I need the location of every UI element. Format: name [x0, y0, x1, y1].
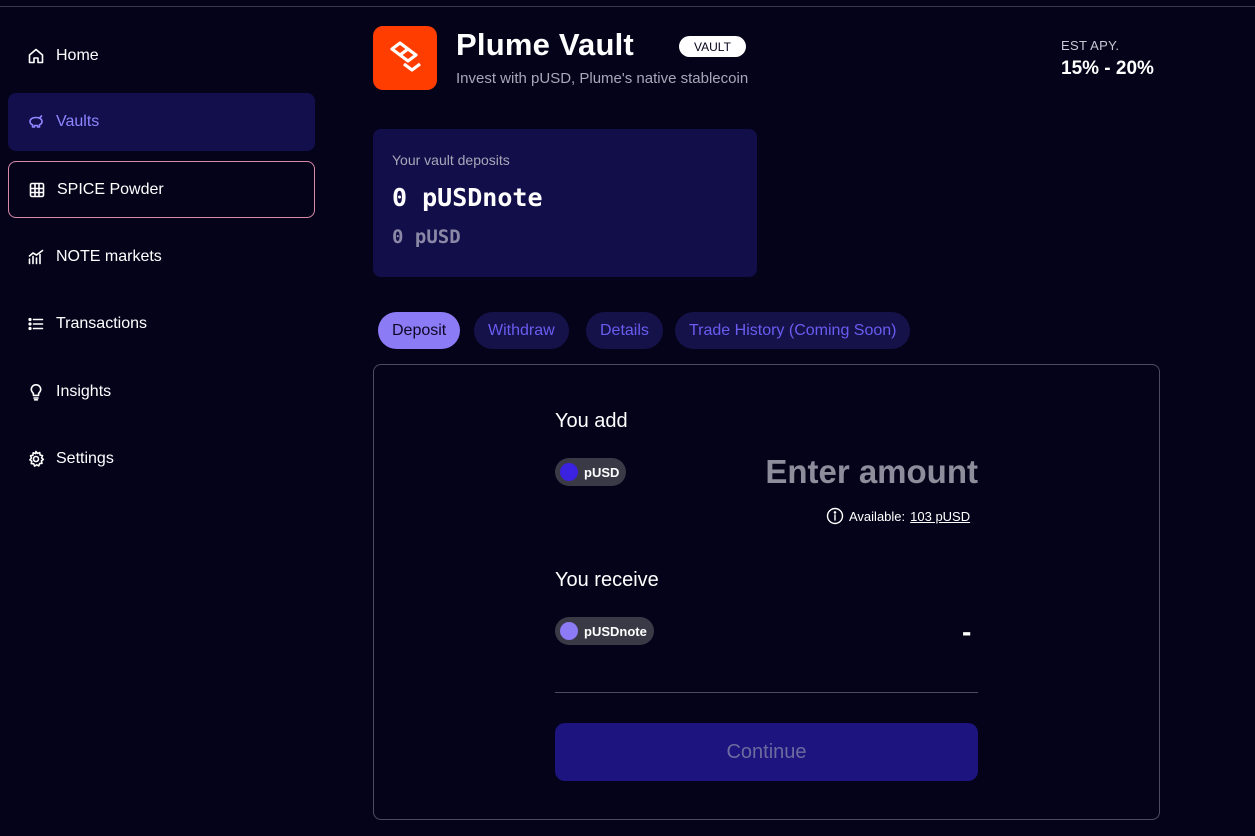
chart-icon — [27, 248, 45, 266]
sidebar: Home Vaults SPICE Powder NOTE markets Tr… — [0, 0, 330, 836]
sidebar-item-label: Transactions — [56, 315, 147, 332]
available-max-link[interactable]: 103 pUSD — [910, 509, 970, 524]
piggy-bank-icon — [27, 113, 45, 131]
tab-withdraw[interactable]: Withdraw — [474, 312, 569, 349]
pusdnote-token-icon — [560, 622, 578, 640]
vault-badge: VAULT — [679, 36, 746, 57]
token-pusdnote: pUSDnote — [555, 617, 654, 645]
grid-icon — [28, 181, 46, 199]
tab-details[interactable]: Details — [586, 312, 663, 349]
home-icon — [27, 47, 45, 65]
token-label: pUSD — [584, 464, 620, 480]
apy-label: EST APY. — [1061, 38, 1120, 53]
available-balance: Available: 103 pUSD — [826, 507, 970, 525]
list-icon — [27, 315, 45, 333]
pusd-token-icon — [560, 463, 578, 481]
vault-deposits-usd-amount: 0 pUSD — [392, 226, 461, 248]
you-receive-label: You receive — [555, 569, 659, 591]
vault-deposits-card: Your vault deposits 0 pUSDnote 0 pUSD — [373, 129, 757, 277]
token-label: pUSDnote — [584, 623, 647, 639]
sidebar-item-label: NOTE markets — [56, 248, 162, 265]
sidebar-item-transactions[interactable]: Transactions — [8, 295, 315, 353]
receive-amount: - — [962, 616, 972, 647]
token-selector-pusd[interactable]: pUSD — [555, 458, 627, 486]
sidebar-item-label: Settings — [56, 450, 114, 467]
sidebar-item-label: Vaults — [56, 113, 100, 130]
sidebar-item-note-markets[interactable]: NOTE markets — [8, 228, 315, 286]
tab-trade-history[interactable]: Trade History (Coming Soon) — [675, 312, 911, 349]
continue-button[interactable]: Continue — [555, 723, 978, 781]
gear-icon — [27, 450, 45, 468]
sidebar-item-insights[interactable]: Insights — [8, 363, 315, 421]
sidebar-item-label: Insights — [56, 383, 112, 400]
form-divider — [555, 692, 978, 693]
available-label: Available: — [849, 508, 906, 524]
apy-value: 15% - 20% — [1061, 58, 1154, 79]
sidebar-item-settings[interactable]: Settings — [8, 430, 315, 488]
vault-deposits-note-amount: 0 pUSDnote — [392, 183, 543, 212]
lightbulb-icon — [27, 383, 45, 401]
page-subtitle: Invest with pUSD, Plume's native stablec… — [456, 70, 749, 87]
vault-deposits-label: Your vault deposits — [392, 152, 510, 168]
info-icon — [826, 507, 844, 525]
amount-input[interactable] — [700, 449, 978, 495]
tab-deposit[interactable]: Deposit — [378, 312, 461, 349]
you-add-label: You add — [555, 410, 628, 432]
sidebar-item-vaults[interactable]: Vaults — [8, 93, 315, 151]
sidebar-item-label: Home — [56, 47, 99, 64]
plume-logo — [373, 26, 437, 90]
page-title: Plume Vault — [456, 27, 634, 62]
sidebar-item-home[interactable]: Home — [8, 27, 315, 85]
sidebar-item-spice-powder[interactable]: SPICE Powder — [8, 161, 315, 218]
sidebar-item-label: SPICE Powder — [57, 180, 164, 198]
